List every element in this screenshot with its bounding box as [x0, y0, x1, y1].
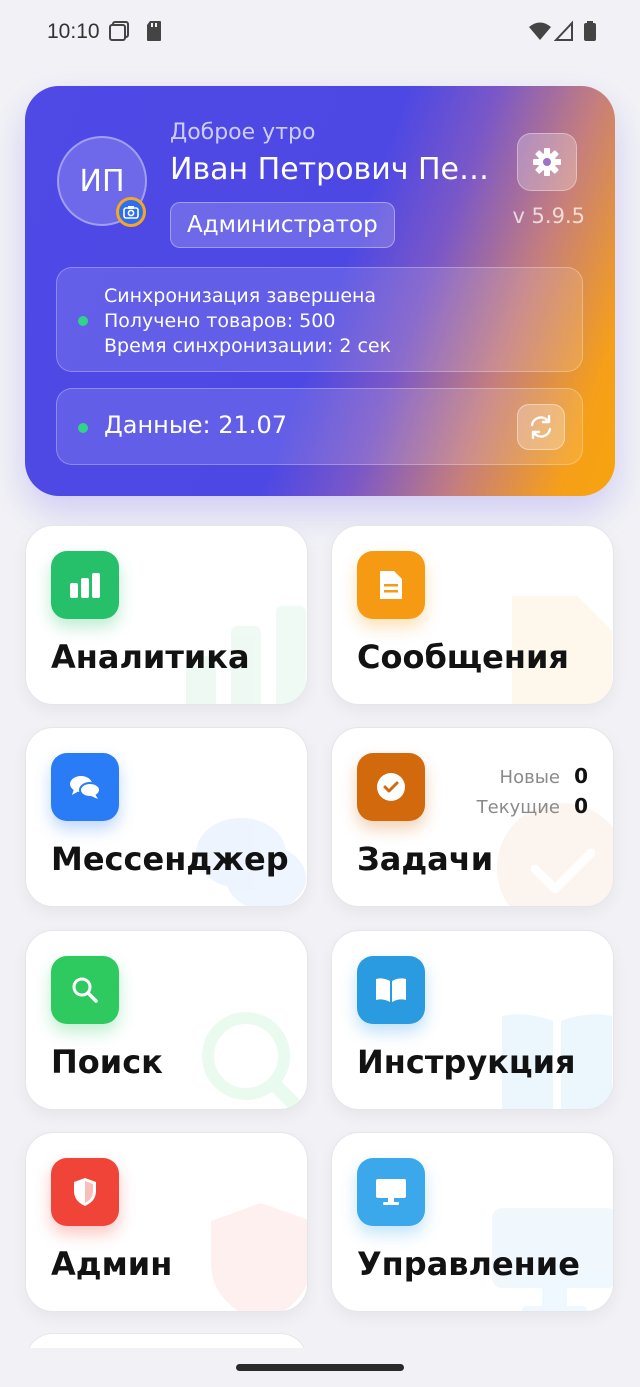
tile-instructions[interactable]: Инструкция [331, 930, 614, 1110]
tile-admin[interactable]: Админ [25, 1132, 308, 1312]
status-dot [78, 423, 88, 433]
search-icon [72, 977, 98, 1003]
check-circle-icon [377, 773, 405, 801]
tile-messages-icon [357, 551, 425, 619]
monitor-icon [376, 1179, 406, 1205]
tasks-counters: Новые 0 Текущие 0 [477, 762, 588, 822]
tile-analytics[interactable]: Аналитика [25, 525, 308, 705]
tile-management[interactable]: Управление [331, 1132, 614, 1312]
tile-admin-icon [51, 1158, 119, 1226]
sync-status-panel: Синхронизация завершена Получено товаров… [56, 267, 583, 372]
tile-tasks-icon [357, 753, 425, 821]
current-tasks-label: Текущие [476, 797, 560, 818]
settings-button[interactable] [517, 133, 577, 191]
tile-search-icon [51, 956, 119, 1024]
camera-icon[interactable] [116, 197, 146, 227]
tile-admin-label: Админ [51, 1245, 173, 1283]
role-badge: Администратор [170, 202, 395, 248]
sd-card-icon [147, 21, 161, 41]
avatar-initials: ИП [79, 163, 125, 199]
home-gesture-bar[interactable] [236, 1364, 404, 1371]
tile-messenger-label: Мессенджер [51, 840, 289, 878]
tile-management-label: Управление [357, 1245, 580, 1283]
sync-items-line: Получено товаров: 500 [104, 310, 336, 332]
bar-chart-icon [70, 573, 100, 598]
refresh-button[interactable] [517, 404, 565, 450]
document-icon [380, 571, 402, 599]
status-bar: 10:10 [0, 0, 640, 64]
search-icon [202, 1012, 307, 1109]
status-time: 10:10 [47, 20, 100, 43]
tile-instructions-label: Инструкция [357, 1043, 576, 1081]
tile-analytics-label: Аналитика [51, 638, 250, 676]
tile-messenger[interactable]: Мессенджер [25, 727, 308, 907]
tile-analytics-icon [51, 551, 119, 619]
chat-bubbles-icon [70, 776, 101, 799]
shield-icon [74, 1178, 96, 1206]
app-version: v 5.9.5 [512, 204, 585, 228]
sync-status-line: Синхронизация завершена [104, 285, 377, 307]
tile-messages-label: Сообщения [357, 638, 569, 676]
status-dot [78, 316, 88, 326]
role-label: Администратор [187, 212, 378, 238]
tile-tasks[interactable]: Новые 0 Текущие 0 Задачи [331, 727, 614, 907]
battery-icon [584, 21, 596, 41]
sync-time-line: Время синхронизации: 2 сек [104, 335, 392, 357]
system-nav-bar [0, 1348, 640, 1387]
greeting-text: Доброе утро [170, 120, 316, 145]
tile-messenger-icon [51, 753, 119, 821]
data-date-label: Данные: 21.07 [104, 411, 287, 439]
tile-search-label: Поиск [51, 1043, 163, 1081]
shield-icon [211, 1203, 307, 1311]
tile-management-icon [357, 1158, 425, 1226]
book-icon [376, 978, 406, 1002]
screenshot-icon [109, 21, 129, 41]
user-name: Иван Петрович Пет... [170, 152, 505, 187]
current-tasks-count: 0 [574, 794, 588, 818]
tile-search[interactable]: Поиск [25, 930, 308, 1110]
refresh-icon [530, 414, 552, 440]
tile-instructions-icon [357, 956, 425, 1024]
cell-signal-icon [554, 20, 573, 41]
tile-messages[interactable]: Сообщения [331, 525, 614, 705]
new-tasks-label: Новые [499, 767, 560, 788]
profile-card: ИП Доброе утро Иван Петрович Пет... Адми… [25, 86, 615, 496]
new-tasks-count: 0 [574, 764, 588, 788]
wifi-icon [529, 22, 551, 40]
tile-tasks-label: Задачи [357, 840, 494, 878]
gear-icon [533, 148, 561, 176]
data-date-panel: Данные: 21.07 [56, 388, 583, 465]
